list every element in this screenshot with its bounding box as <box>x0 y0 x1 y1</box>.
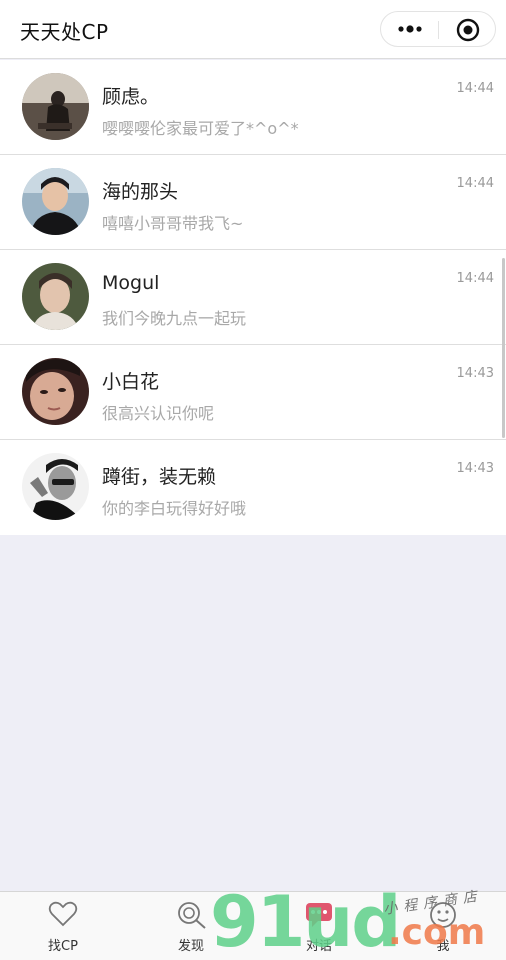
chat-name: 小白花 <box>102 371 160 393</box>
page-title: 天天处CP <box>20 20 109 44</box>
chat-time: 14:43 <box>456 461 494 476</box>
close-miniprogram-button[interactable] <box>439 12 496 46</box>
more-button[interactable] <box>381 12 438 46</box>
app-root: 天天处CP 顾虑。 嘤嘤嘤伦家最可爱了*^o^* 14:44 海的那头 嘻嘻小哥… <box>0 0 506 960</box>
chat-last-message: 我们今晚九点一起玩 <box>102 309 247 328</box>
chat-name: 海的那头 <box>102 181 179 203</box>
chat-last-message: 嘤嘤嘤伦家最可爱了*^o^* <box>102 119 299 138</box>
avatar-photo-icon <box>22 168 89 235</box>
menu-capsule <box>380 11 496 47</box>
avatar-photo-icon <box>22 453 89 520</box>
avatar[interactable] <box>22 263 89 330</box>
chat-name: 蹲街，装无赖 <box>102 466 217 488</box>
chat-name: 顾虑。 <box>102 86 160 108</box>
target-circle-icon <box>456 18 480 42</box>
tab-find-cp[interactable]: 找CP <box>0 892 126 960</box>
tab-label: 对话 <box>305 939 332 954</box>
tab-bar: 找CP 发现 对话 我 <box>0 891 506 960</box>
chat-list-item[interactable]: Mogul 我们今晚九点一起玩 14:44 <box>0 250 506 345</box>
avatar-photo-icon <box>22 263 89 330</box>
chat-list-item[interactable]: 顾虑。 嘤嘤嘤伦家最可爱了*^o^* 14:44 <box>0 60 506 155</box>
chat-list-item[interactable]: 海的那头 嘻嘻小哥哥带我飞~ 14:44 <box>0 155 506 250</box>
tab-label: 我 <box>436 939 450 954</box>
chat-list: 顾虑。 嘤嘤嘤伦家最可爱了*^o^* 14:44 海的那头 嘻嘻小哥哥带我飞~ … <box>0 60 506 535</box>
smiley-face-icon <box>430 902 456 928</box>
avatar-photo-icon <box>22 358 89 425</box>
chat-name: Mogul <box>102 272 160 294</box>
avatar[interactable] <box>22 358 89 425</box>
more-dots-icon <box>398 25 422 33</box>
chat-list-item[interactable]: 小白花 很高兴认识你呢 14:43 <box>0 345 506 440</box>
scrollbar[interactable] <box>502 258 505 438</box>
discover-search-icon <box>178 902 206 929</box>
tab-chats[interactable]: 对话 <box>256 892 382 960</box>
chat-last-message: 你的李白玩得好好哦 <box>102 499 247 518</box>
chat-time: 14:44 <box>456 176 494 191</box>
avatar[interactable] <box>22 73 89 140</box>
tab-label: 找CP <box>48 939 78 954</box>
tab-me[interactable]: 我 <box>380 892 506 960</box>
avatar[interactable] <box>22 453 89 520</box>
chat-time: 14:43 <box>456 366 494 381</box>
avatar-photo-icon <box>22 73 89 140</box>
tab-discover[interactable]: 发现 <box>128 892 254 960</box>
chat-time: 14:44 <box>456 271 494 286</box>
chat-time: 14:44 <box>456 81 494 96</box>
avatar[interactable] <box>22 168 89 235</box>
chat-last-message: 很高兴认识你呢 <box>102 404 215 423</box>
tab-label: 发现 <box>177 939 204 954</box>
chat-list-item[interactable]: 蹲街，装无赖 你的李白玩得好好哦 14:43 <box>0 440 506 535</box>
chat-bubble-icon <box>306 903 332 927</box>
nav-header: 天天处CP <box>0 0 506 59</box>
chat-last-message: 嘻嘻小哥哥带我飞~ <box>102 214 244 233</box>
heart-icon <box>48 901 78 927</box>
